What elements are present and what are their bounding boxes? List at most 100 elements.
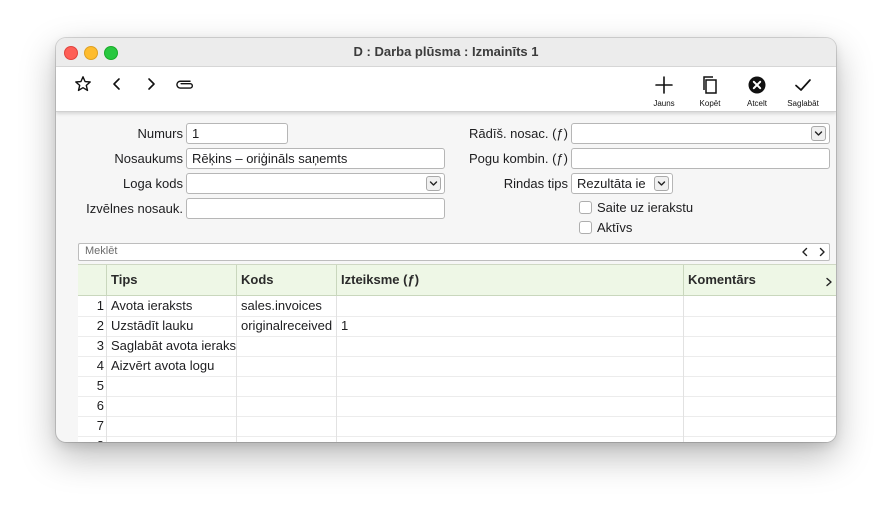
- cell-komentars[interactable]: [683, 436, 836, 442]
- chevron-left-icon[interactable]: [108, 75, 126, 93]
- cell-izteiksme[interactable]: [336, 376, 684, 396]
- cell-kods[interactable]: originalreceived: [236, 316, 337, 336]
- column-header-komentars[interactable]: Komentārs: [683, 265, 823, 295]
- rindas-tips-value: Rezultāta ie: [577, 176, 646, 191]
- cell-tips[interactable]: [106, 436, 237, 442]
- cell-tips[interactable]: [106, 376, 237, 396]
- row-number: 2: [96, 318, 104, 333]
- save-button-label: Saglabāt: [787, 99, 819, 108]
- chevron-down-icon[interactable]: [811, 126, 826, 141]
- nosaukums-label: Nosaukums: [114, 151, 183, 166]
- copy-icon: [703, 76, 717, 94]
- aktivs-label: Aktīvs: [597, 220, 633, 235]
- search-placeholder: Meklēt: [85, 245, 118, 257]
- chevron-right-icon[interactable]: [825, 275, 833, 287]
- aktivs-checkbox[interactable]: [579, 221, 592, 234]
- row-number: 7: [96, 418, 104, 433]
- saite-uz-ierakstu-checkbox[interactable]: [579, 201, 592, 214]
- table-row[interactable]: 7: [78, 416, 836, 437]
- radis-nosac-select[interactable]: [571, 123, 830, 144]
- cell-izteiksme[interactable]: [336, 436, 684, 442]
- column-header-kods[interactable]: Kods: [236, 265, 337, 295]
- izvelnes-nosauk-field[interactable]: [186, 198, 445, 219]
- copy-button-label: Kopēt: [699, 99, 721, 108]
- search-input[interactable]: Meklēt: [78, 243, 830, 261]
- chevron-right-icon[interactable]: [817, 246, 827, 258]
- chevron-left-icon[interactable]: [800, 246, 810, 258]
- checkmark-icon: [795, 79, 811, 91]
- cell-komentars[interactable]: [683, 316, 836, 336]
- row-number: 3: [96, 338, 104, 353]
- cell-kods[interactable]: [236, 356, 337, 376]
- cell-izteiksme[interactable]: [336, 396, 684, 416]
- window-title: D : Darba plūsma : Izmainīts 1: [353, 44, 539, 59]
- cell-kods[interactable]: [236, 376, 337, 396]
- pogu-kombin-label: Pogu kombin. (ƒ): [469, 151, 568, 166]
- cell-izteiksme[interactable]: [336, 356, 684, 376]
- cell-tips[interactable]: Uzstādīt lauku: [106, 316, 237, 336]
- cell-komentars[interactable]: [683, 416, 836, 436]
- radis-nosac-label: Rādīš. nosac. (ƒ): [469, 126, 568, 141]
- table-row[interactable]: 4 Aizvērt avota logu: [78, 356, 836, 377]
- table-header: Tips Kods Izteiksme (ƒ) Komentārs: [78, 265, 836, 296]
- cell-tips[interactable]: [106, 416, 237, 436]
- cell-komentars[interactable]: [683, 376, 836, 396]
- cell-tips[interactable]: Aizvērt avota logu: [106, 356, 237, 376]
- table-row[interactable]: 8: [78, 436, 836, 442]
- rindas-tips-label: Rindas tips: [503, 176, 568, 191]
- new-button-label: Jauns: [653, 99, 675, 108]
- cancel-button[interactable]: Atcelt: [734, 75, 780, 108]
- cell-komentars[interactable]: [683, 356, 836, 376]
- cell-komentars[interactable]: [683, 336, 836, 356]
- row-number: 4: [96, 358, 104, 373]
- cell-izteiksme[interactable]: [336, 336, 684, 356]
- title-bar: D : Darba plūsma : Izmainīts 1: [56, 38, 836, 67]
- chevron-right-icon[interactable]: [142, 75, 160, 93]
- plus-icon: [655, 76, 673, 94]
- cell-izteiksme[interactable]: 1: [336, 316, 684, 336]
- cell-kods[interactable]: [236, 396, 337, 416]
- cancel-circle-icon: [748, 76, 766, 94]
- loga-kods-label: Loga kods: [123, 176, 183, 191]
- column-header-izteiksme[interactable]: Izteiksme (ƒ): [336, 265, 684, 295]
- toolbar: Jauns Kopēt Atcelt Saglabāt: [56, 67, 836, 112]
- star-icon[interactable]: [74, 75, 92, 93]
- cell-kods[interactable]: [236, 436, 337, 442]
- izvelnes-nosauk-label: Izvēlnes nosauk.: [86, 201, 183, 216]
- new-button[interactable]: Jauns: [641, 75, 687, 108]
- cell-tips[interactable]: Avota ieraksts: [106, 296, 237, 316]
- cell-tips[interactable]: [106, 396, 237, 416]
- row-number: 6: [96, 398, 104, 413]
- numurs-field[interactable]: 1: [186, 123, 288, 144]
- cell-tips[interactable]: Saglabāt avota ierakst: [106, 336, 237, 356]
- saite-uz-ierakstu-label: Saite uz ierakstu: [597, 200, 694, 215]
- column-header-tips[interactable]: Tips: [106, 265, 237, 295]
- table-row[interactable]: 5: [78, 376, 836, 397]
- cell-izteiksme[interactable]: [336, 416, 684, 436]
- table-row[interactable]: 1 Avota ieraksts sales.invoices: [78, 296, 836, 317]
- copy-button[interactable]: Kopēt: [687, 75, 733, 108]
- rindas-tips-select[interactable]: Rezultāta ie: [571, 173, 673, 194]
- table-row[interactable]: 2 Uzstādīt lauku originalreceived 1: [78, 316, 836, 337]
- cell-komentars[interactable]: [683, 396, 836, 416]
- table-row[interactable]: 3 Saglabāt avota ierakst: [78, 336, 836, 357]
- cell-izteiksme[interactable]: [336, 296, 684, 316]
- row-number: 1: [96, 298, 104, 313]
- nosaukums-field[interactable]: Rēķins – oriģināls saņemts: [186, 148, 445, 169]
- row-number: 5: [96, 378, 104, 393]
- save-button[interactable]: Saglabāt: [780, 75, 826, 108]
- chevron-down-icon[interactable]: [654, 176, 669, 191]
- cell-komentars[interactable]: [683, 296, 836, 316]
- paperclip-icon[interactable]: [176, 75, 194, 93]
- cancel-button-label: Atcelt: [746, 99, 767, 108]
- pogu-kombin-field[interactable]: [571, 148, 830, 169]
- numurs-label: Numurs: [137, 126, 183, 141]
- app-window: D : Darba plūsma : Izmainīts 1 Jauns Kop…: [56, 38, 836, 442]
- cell-kods[interactable]: [236, 416, 337, 436]
- table-row[interactable]: 6: [78, 396, 836, 417]
- loga-kods-select[interactable]: [186, 173, 445, 194]
- cell-kods[interactable]: sales.invoices: [236, 296, 337, 316]
- cell-kods[interactable]: [236, 336, 337, 356]
- row-number: 8: [78, 436, 104, 442]
- lines-table: Tips Kods Izteiksme (ƒ) Komentārs 1 Avota…: [78, 264, 836, 442]
